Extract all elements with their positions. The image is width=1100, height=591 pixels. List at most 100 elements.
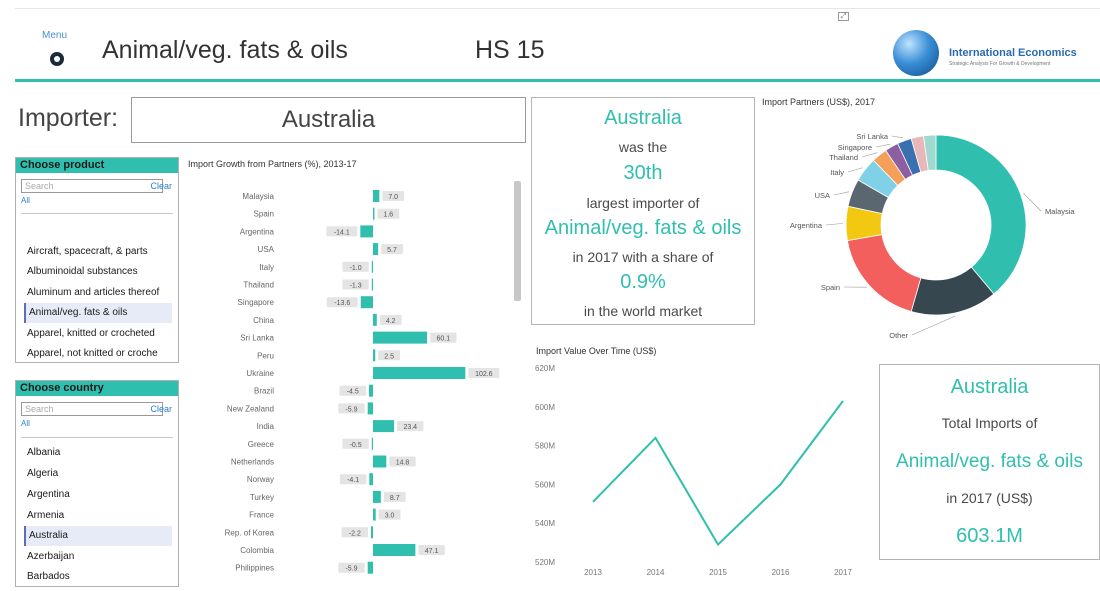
bar bbox=[373, 331, 428, 344]
bar-category-label: Rep. of Korea bbox=[225, 528, 275, 537]
header-rule bbox=[15, 79, 1100, 82]
bar-category-label: Brazil bbox=[254, 387, 274, 396]
growth-bar-chart: Malaysia 7.0 Spain 1.6 Argentina -14.1 USA 5.7 I… bbox=[225, 190, 500, 574]
growth-chart-title: Import Growth from Partners (%), 2013-17 bbox=[188, 159, 357, 169]
bar bbox=[360, 296, 373, 309]
bar bbox=[373, 455, 387, 468]
select-all-link[interactable]: All bbox=[21, 196, 30, 205]
donut-label: Malaysia bbox=[1045, 207, 1075, 216]
leader-line bbox=[1023, 192, 1042, 212]
data-label: -4.5 bbox=[347, 389, 359, 396]
top-divider bbox=[15, 8, 1100, 9]
search-input[interactable]: Search bbox=[21, 179, 163, 193]
list-item[interactable]: Apparel, not knitted or croche bbox=[24, 344, 172, 364]
list-item[interactable]: Albuminoidal substances bbox=[24, 262, 172, 282]
search-input[interactable]: Search bbox=[21, 402, 163, 416]
importer-label: Importer: bbox=[18, 104, 119, 132]
slicer-title: Choose product bbox=[16, 158, 178, 173]
leader-line bbox=[911, 315, 956, 336]
chart-scrollbar[interactable] bbox=[514, 181, 521, 301]
donut-label: Italy bbox=[830, 168, 844, 177]
bar-category-label: Norway bbox=[247, 475, 274, 484]
bar bbox=[371, 437, 373, 450]
bar-category-label: USA bbox=[258, 245, 275, 254]
data-label: 102.6 bbox=[475, 371, 493, 378]
donut-chart-title: Import Partners (US$), 2017 bbox=[762, 97, 876, 107]
data-label: 5.7 bbox=[387, 247, 397, 254]
leader-line bbox=[875, 143, 891, 148]
donut-label: Argentina bbox=[790, 221, 823, 230]
clear-button[interactable]: Clear bbox=[150, 404, 172, 414]
list-item[interactable]: Armenia bbox=[24, 506, 172, 526]
select-all-link[interactable]: All bbox=[21, 419, 30, 428]
data-label: -14.1 bbox=[334, 229, 350, 236]
list-item[interactable]: Aluminum and articles thereof bbox=[24, 283, 172, 303]
list-item[interactable]: Aircraft, spacecraft, & parts bbox=[24, 242, 172, 262]
slicer-divider bbox=[21, 437, 173, 438]
import-value-line bbox=[592, 400, 844, 547]
bar bbox=[373, 313, 377, 326]
leader-line bbox=[891, 135, 904, 139]
logo-name: International Economics bbox=[949, 47, 1077, 59]
donut-label: Thailand bbox=[829, 153, 858, 162]
slicer-title: Choose country bbox=[16, 381, 178, 396]
bar-category-label: Philippines bbox=[235, 564, 274, 573]
data-label: 1.6 bbox=[383, 212, 393, 219]
list-item[interactable]: Algeria bbox=[24, 464, 172, 484]
bar-category-label: Ukraine bbox=[246, 369, 274, 378]
bar bbox=[373, 508, 376, 521]
bar bbox=[371, 526, 373, 539]
data-label: 23.4 bbox=[403, 424, 417, 431]
bar bbox=[373, 544, 416, 556]
bar-category-label: Turkey bbox=[250, 493, 274, 502]
total-country: Australia bbox=[950, 376, 1029, 398]
bar-category-label: Sri Lanka bbox=[240, 334, 274, 343]
menu-label[interactable]: Menu bbox=[42, 30, 67, 41]
import-value-line-chart: 620M 600M 580M 560M 540M 520M 2013 2014 2015 2016… bbox=[535, 364, 852, 577]
list-item-selected[interactable]: Animal/veg. fats & oils bbox=[24, 303, 172, 323]
hs-code: HS 15 bbox=[475, 36, 545, 64]
list-item[interactable]: Albania bbox=[24, 443, 172, 463]
focus-mode-icon[interactable]: ⤢ bbox=[838, 12, 849, 21]
menu-icon[interactable] bbox=[50, 52, 64, 66]
bar-category-label: Singapore bbox=[238, 298, 275, 307]
list-item[interactable]: Apparel, knitted or crocheted bbox=[24, 324, 172, 344]
leader-line bbox=[861, 152, 878, 158]
bar bbox=[371, 260, 373, 273]
share-value: 0.9% bbox=[620, 271, 666, 293]
leader-line bbox=[825, 223, 844, 226]
data-label: 7.0 bbox=[388, 194, 398, 201]
y-tick-label: 560M bbox=[535, 480, 555, 489]
bar-category-label: Malaysia bbox=[242, 192, 274, 201]
x-tick-label: 2014 bbox=[647, 568, 665, 577]
bar-category-label: France bbox=[249, 511, 274, 520]
rank-text: in the world market bbox=[583, 303, 703, 319]
list-item[interactable]: Barbados bbox=[24, 567, 172, 587]
data-label: -5.9 bbox=[345, 406, 357, 413]
logo-tagline: Strategic Analysis For Growth & Developm… bbox=[949, 61, 1051, 67]
data-label: -13.6 bbox=[334, 300, 350, 307]
list-item[interactable]: Azerbaijan bbox=[24, 547, 172, 567]
total-product: Animal/veg. fats & oils bbox=[896, 451, 1083, 472]
bar bbox=[368, 384, 373, 397]
x-tick-label: 2015 bbox=[709, 568, 727, 577]
rank-text: in 2017 with a share of bbox=[572, 249, 714, 265]
donut-slice bbox=[935, 134, 1027, 295]
import-partners-donut: Malaysia Other Spain Argentina USA Italy Thail… bbox=[790, 132, 1076, 340]
bar-category-label: Greece bbox=[248, 440, 275, 449]
y-tick-label: 600M bbox=[535, 403, 555, 412]
bar bbox=[367, 402, 373, 415]
data-label: 14.8 bbox=[396, 460, 410, 467]
data-label: -1.3 bbox=[350, 283, 362, 290]
data-label: -1.0 bbox=[350, 265, 362, 272]
x-tick-label: 2017 bbox=[834, 568, 852, 577]
list-item[interactable]: Argentina bbox=[24, 485, 172, 505]
importer-value: Australia bbox=[131, 97, 526, 143]
bar-category-label: Netherlands bbox=[231, 458, 274, 467]
donut-label: USA bbox=[815, 191, 830, 200]
rank-text: was the bbox=[618, 139, 668, 155]
list-item-selected[interactable]: Australia bbox=[24, 526, 172, 546]
clear-button[interactable]: Clear bbox=[150, 181, 172, 191]
y-tick-label: 620M bbox=[535, 364, 555, 373]
data-label: -0.5 bbox=[350, 442, 362, 449]
